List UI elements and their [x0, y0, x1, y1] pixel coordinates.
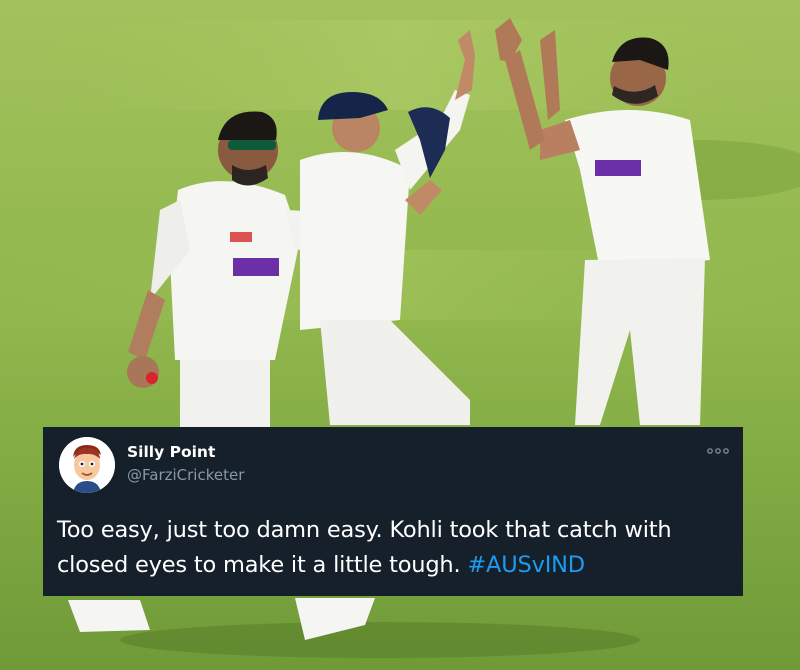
cartoon-avatar-icon[interactable]: [59, 437, 115, 493]
avatar-icon: [59, 437, 115, 493]
more-options-icon[interactable]: [707, 441, 729, 454]
display-name[interactable]: Silly Point: [127, 443, 215, 461]
tweet-text: Too easy, just too damn easy. Kohli took…: [57, 513, 737, 583]
tweet-card[interactable]: Silly Point @FarziCricketer Too easy, ju…: [43, 427, 743, 596]
hashtag-link[interactable]: #AUSvIND: [467, 552, 585, 578]
shadow: [120, 622, 640, 658]
user-handle[interactable]: @FarziCricketer: [127, 466, 244, 484]
grass-stripe: [0, 20, 800, 110]
